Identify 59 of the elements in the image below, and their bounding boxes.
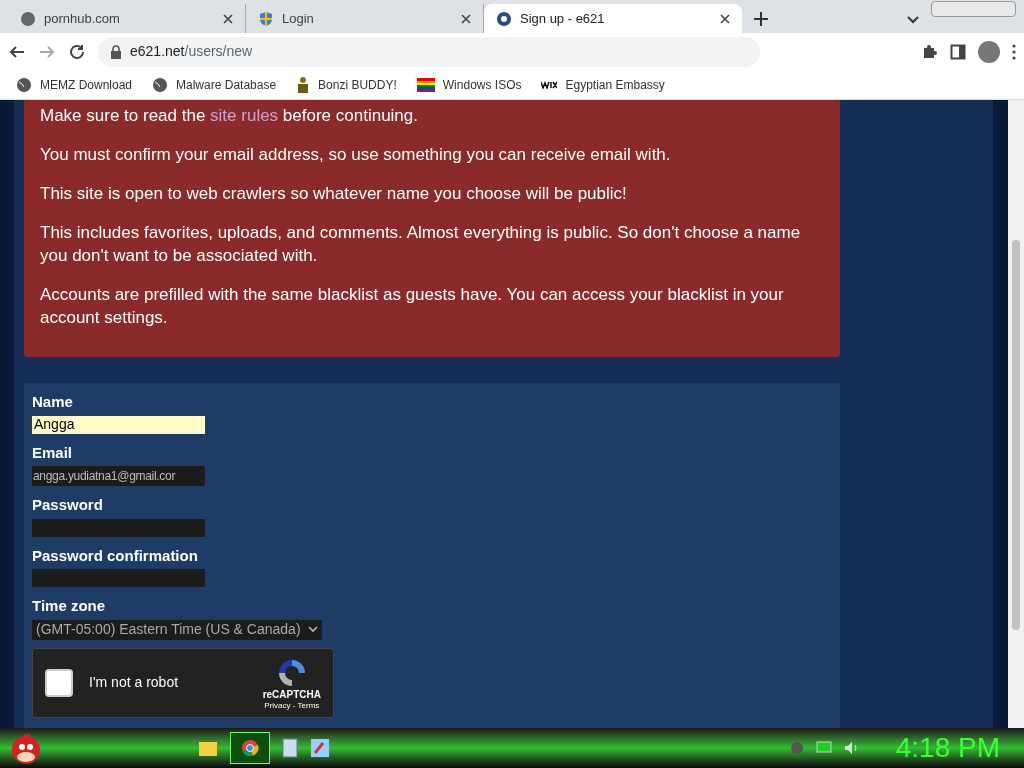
recaptcha-brand: reCAPTCHA <box>262 689 321 700</box>
taskbar-button[interactable] <box>230 732 270 764</box>
browser-tab[interactable]: Sign up - e621 <box>484 4 742 33</box>
password-field[interactable] <box>32 569 205 587</box>
new-tab-icon[interactable] <box>754 12 768 26</box>
globe-icon <box>152 76 169 93</box>
field-label: Name <box>32 392 74 412</box>
notice-text: Make sure to read the site rules before continuing. <box>40 105 419 127</box>
puzzle-icon[interactable] <box>922 43 938 60</box>
tab-title: pornhub.com <box>44 9 121 28</box>
bookmark-link[interactable]: Windows ISOs <box>442 75 522 94</box>
field-label: Password confirmation <box>32 545 199 566</box>
captcha-label: I'm not a robot <box>89 673 180 692</box>
chevron-icon[interactable] <box>907 16 919 24</box>
notice-text: This site is open to web crawlers so whatever name you choose will be public! <box>40 183 628 205</box>
speaker-icon[interactable] <box>843 741 860 755</box>
field-label: Time zone <box>32 596 107 616</box>
name-field[interactable]: Angga <box>32 415 205 434</box>
figure-icon <box>296 75 311 94</box>
shield-icon <box>258 10 274 27</box>
globe-icon <box>20 10 36 27</box>
folder-icon[interactable] <box>198 739 218 757</box>
wix-logo-icon <box>541 80 558 89</box>
browser-icon <box>241 739 259 757</box>
tab-title: Sign up - e621 <box>520 9 606 28</box>
notepad-icon[interactable] <box>282 738 298 758</box>
bookmark-link[interactable]: Malware Database <box>176 75 277 94</box>
notice-text: Accounts are prefilled with the same blacklist as guests have. You can access your blacklist in your account settings. <box>40 284 785 329</box>
url-text: e621.net/users/new <box>130 42 253 61</box>
site-rules-link[interactable]: site rules <box>210 106 279 125</box>
field-label: Email <box>32 442 74 463</box>
close-icon[interactable] <box>720 13 730 24</box>
close-icon[interactable] <box>223 13 233 24</box>
bookmark-link[interactable]: Egyptian Embassy <box>565 75 665 94</box>
scrollbar[interactable] <box>1008 100 1024 728</box>
lock-icon <box>110 44 122 59</box>
notice-text: This includes favorites, uploads, and comments. Almost everything is public. So don't choose a name you don't want to be associated with. <box>40 222 802 267</box>
email-field[interactable]: angga.yudiatna1@gmail.cor <box>32 466 205 486</box>
notice-text: You must confirm your email address, so use something you can receive email with. <box>40 144 672 166</box>
paint-icon[interactable] <box>310 738 330 758</box>
timezone-select[interactable]: (GMT-05:00) Eastern Time (US & Canada) <box>32 619 322 640</box>
bookmark-link[interactable]: Bonzi BUDDY! <box>318 75 397 94</box>
clock: 4:18 PM <box>895 731 1000 765</box>
rainbow-flag-icon <box>416 77 435 92</box>
menu-icon[interactable] <box>1012 43 1016 60</box>
field-label: Password <box>32 495 104 515</box>
address-bar[interactable]: e621.net/users/new <box>98 36 760 67</box>
privacy-terms-links[interactable]: Privacy - Terms <box>264 700 320 711</box>
globe-icon <box>16 76 32 93</box>
tab-title: Login <box>282 9 315 28</box>
reload-icon[interactable] <box>68 42 86 61</box>
close-icon[interactable] <box>461 13 471 24</box>
password-field[interactable] <box>32 518 205 537</box>
bookmark-link[interactable]: MEMZ Download <box>40 75 133 94</box>
sidebar-icon[interactable] <box>950 43 966 60</box>
chevron-down-icon <box>308 626 318 633</box>
profile-avatar[interactable] <box>978 40 1000 63</box>
captcha-checkbox[interactable] <box>45 668 73 697</box>
network-icon[interactable] <box>815 741 832 755</box>
